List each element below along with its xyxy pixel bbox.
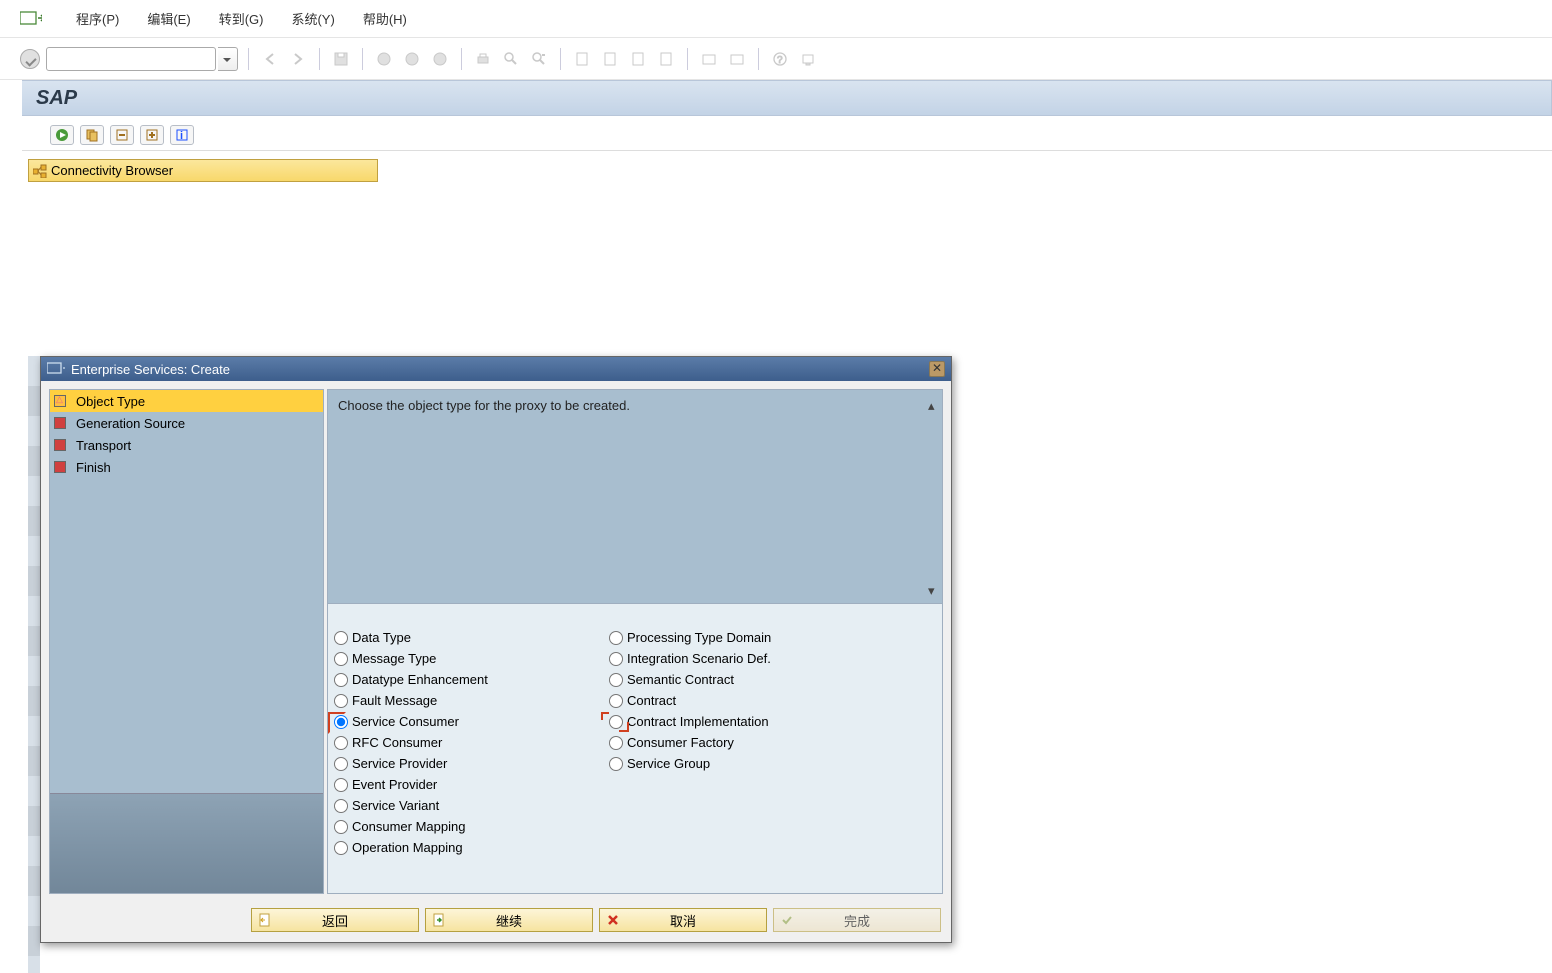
radio-operation-mapping[interactable]: Operation Mapping [334, 840, 609, 855]
cancel-button[interactable]: 取消 [599, 908, 767, 932]
globe-back-icon [373, 48, 395, 70]
radio-message-type[interactable]: Message Type [334, 651, 609, 666]
cancel-icon [606, 913, 620, 927]
globe-up-icon [401, 48, 423, 70]
wizard-steps-list: Object Type Generation Source Transport … [50, 390, 323, 478]
radio-consumer-factory[interactable]: Consumer Factory [609, 735, 889, 750]
enter-icon[interactable] [20, 49, 40, 69]
expand-icon[interactable] [140, 125, 164, 145]
back-button[interactable]: 返回 [251, 908, 419, 932]
dialog-close-button[interactable]: ✕ [929, 361, 945, 377]
radio-processing-type-domain[interactable]: Processing Type Domain [609, 630, 889, 645]
help-icon: ? [769, 48, 791, 70]
create-dialog: Enterprise Services: Create ✕ Object Typ… [40, 356, 952, 943]
finish-icon [780, 913, 794, 927]
dialog-title: Enterprise Services: Create [71, 362, 929, 377]
radio-datatype-enhancement[interactable]: Datatype Enhancement [334, 672, 609, 687]
dialog-titlebar: Enterprise Services: Create ✕ [41, 357, 951, 381]
scroll-up-icon[interactable]: ▴ [928, 398, 940, 410]
menu-help[interactable]: 帮助(H) [363, 9, 407, 28]
instruction-text: Choose the object type for the proxy to … [338, 398, 630, 413]
find-next-icon [528, 48, 550, 70]
dialog-body: Object Type Generation Source Transport … [41, 381, 951, 894]
background-tree-peek [28, 356, 40, 973]
command-history-dropdown[interactable] [218, 47, 238, 71]
menu-edit[interactable]: 编辑(E) [147, 9, 190, 28]
wizard-step-object-type[interactable]: Object Type [50, 390, 323, 412]
dialog-button-row: 返回 继续 取消 完成 [41, 894, 951, 942]
back-right-icon [287, 48, 309, 70]
info-icon[interactable]: i [170, 125, 194, 145]
continue-icon [432, 913, 446, 927]
execute-icon[interactable] [50, 125, 74, 145]
find-icon [500, 48, 522, 70]
print-icon [472, 48, 494, 70]
tree-icon [33, 164, 47, 178]
radio-service-provider[interactable]: Service Provider [334, 756, 609, 771]
continue-button[interactable]: 继续 [425, 908, 593, 932]
back-left-icon [259, 48, 281, 70]
step-label: Transport [76, 438, 131, 453]
object-type-radio-group: Data Type Processing Type Domain Message… [328, 604, 942, 861]
radio-integration-scenario-def[interactable]: Integration Scenario Def. [609, 651, 889, 666]
copy-icon[interactable] [80, 125, 104, 145]
menu-program[interactable]: 程序(P) [76, 9, 119, 28]
radio-service-variant[interactable]: Service Variant [334, 798, 609, 813]
first-page-icon [571, 48, 593, 70]
step-label: Object Type [76, 394, 145, 409]
svg-text:i: i [180, 130, 183, 142]
command-field[interactable] [46, 47, 216, 71]
app-title: SAP [36, 87, 77, 110]
step-status-icon [54, 439, 66, 451]
radio-rfc-consumer[interactable]: RFC Consumer [334, 735, 609, 750]
step-status-icon [54, 417, 66, 429]
globe-cancel-icon [429, 48, 451, 70]
connectivity-browser-label: Connectivity Browser [51, 163, 173, 178]
main-menubar: 程序(P) 编辑(E) 转到(G) 系统(Y) 帮助(H) [0, 0, 1552, 38]
step-status-icon [54, 395, 66, 407]
back-icon [258, 913, 272, 927]
step-label: Finish [76, 460, 111, 475]
scroll-down-icon[interactable]: ▾ [928, 583, 940, 595]
app-toolbar: i [22, 119, 1552, 151]
dialog-window-icon [47, 362, 65, 376]
radio-consumer-mapping[interactable]: Consumer Mapping [334, 819, 609, 834]
command-toolbar: ? [0, 38, 1552, 80]
radio-semantic-contract[interactable]: Semantic Contract [609, 672, 889, 687]
new-session-icon [698, 48, 720, 70]
app-title-band: SAP [22, 80, 1552, 116]
wizard-step-generation-source[interactable]: Generation Source [50, 412, 323, 434]
radio-service-consumer[interactable]: Service Consumer [334, 714, 609, 729]
collapse-icon[interactable] [110, 125, 134, 145]
last-page-icon [655, 48, 677, 70]
wizard-content-panel: Choose the object type for the proxy to … [327, 389, 943, 894]
radio-contract-implementation[interactable]: Contract Implementation [609, 714, 889, 729]
instruction-area: Choose the object type for the proxy to … [328, 390, 942, 604]
step-label: Generation Source [76, 416, 185, 431]
menu-icon-command[interactable] [20, 11, 42, 27]
radio-fault-message[interactable]: Fault Message [334, 693, 609, 708]
wizard-step-finish[interactable]: Finish [50, 456, 323, 478]
svg-text:?: ? [777, 55, 783, 66]
main-area: Connectivity Browser Enterprise Services… [0, 151, 1552, 803]
menu-system[interactable]: 系统(Y) [291, 9, 334, 28]
prev-page-icon [599, 48, 621, 70]
radio-service-group[interactable]: Service Group [609, 756, 889, 771]
menu-goto[interactable]: 转到(G) [219, 9, 264, 28]
radio-data-type[interactable]: Data Type [334, 630, 609, 645]
finish-button: 完成 [773, 908, 941, 932]
radio-contract[interactable]: Contract [609, 693, 889, 708]
wizard-steps-panel: Object Type Generation Source Transport … [49, 389, 324, 894]
save-icon [330, 48, 352, 70]
next-page-icon [627, 48, 649, 70]
wizard-step-transport[interactable]: Transport [50, 434, 323, 456]
radio-event-provider[interactable]: Event Provider [334, 777, 609, 792]
layout-icon [726, 48, 748, 70]
connectivity-browser-header[interactable]: Connectivity Browser [28, 159, 378, 182]
step-status-icon [54, 461, 66, 473]
wizard-footer-image [50, 793, 323, 893]
local-layout-icon [797, 48, 819, 70]
